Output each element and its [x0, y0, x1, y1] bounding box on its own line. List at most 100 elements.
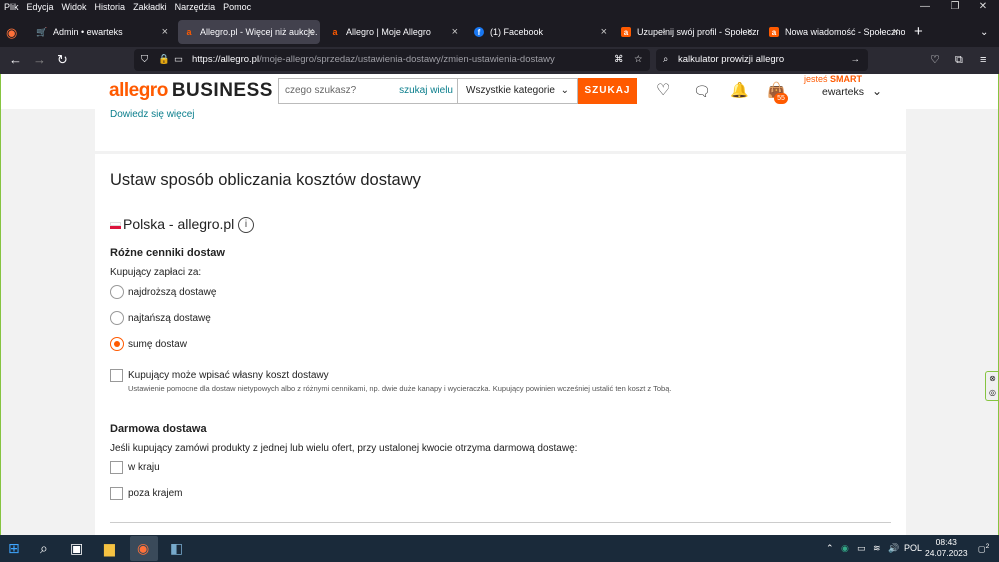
menu-narzedzia[interactable]: Narzędzia — [175, 2, 216, 12]
radio-cheapest[interactable] — [110, 311, 124, 325]
url-host: https://allegro.pl — [192, 54, 260, 65]
free-domestic-checkbox[interactable] — [110, 461, 123, 474]
app-menu-icon[interactable]: ≡ — [980, 53, 986, 67]
pocket-icon[interactable]: ♡ — [930, 53, 940, 67]
radio-sum[interactable] — [110, 337, 124, 351]
language-indicator[interactable]: POL — [904, 543, 922, 553]
notification-icon[interactable]: ▢2 — [978, 543, 989, 554]
chevron-up-icon[interactable]: ⌃ — [826, 543, 834, 554]
new-tab-icon[interactable]: + — [914, 24, 923, 39]
own-cost-checkbox[interactable] — [110, 369, 123, 382]
close-window-icon[interactable]: ✕ — [968, 0, 998, 14]
facebook-favicon-icon: f — [474, 27, 484, 37]
menu-historia[interactable]: Historia — [95, 2, 126, 12]
info-icon[interactable]: i — [238, 217, 254, 233]
forward-icon[interactable]: → — [33, 53, 46, 67]
tray-monitor-icon[interactable]: ▭ — [857, 543, 866, 554]
tray-app-icon[interactable]: ◉ — [841, 543, 849, 554]
free-delivery-heading: Darmowa dostawa — [110, 423, 207, 435]
bell-icon[interactable]: 🔔 — [730, 82, 749, 100]
page-title: Ustaw sposób obliczania kosztów dostawy — [110, 171, 421, 189]
search-many-link[interactable]: szukaj wielu — [399, 79, 453, 103]
search-go-icon[interactable]: → — [851, 49, 861, 71]
volume-icon[interactable]: 🔊 — [888, 543, 899, 554]
menu-zakladki[interactable]: Zakładki — [133, 2, 167, 12]
delivery-cost-panel: Ustaw sposób obliczania kosztów dostawy … — [95, 154, 906, 535]
chevron-down-icon[interactable]: ⌄ — [872, 84, 882, 98]
minimize-icon[interactable]: — — [910, 0, 940, 14]
tab-moje-allegro[interactable]: a Allegro | Moje Allegro × — [324, 20, 464, 44]
radio-sum-label[interactable]: sumę dostaw — [128, 339, 187, 350]
allegro-favicon-icon: a — [621, 27, 631, 37]
tab-close-icon[interactable]: × — [747, 26, 753, 38]
tab-close-icon[interactable]: × — [893, 26, 899, 38]
shield-icon[interactable]: ⛉ — [141, 49, 148, 71]
username[interactable]: ewarteks — [822, 86, 864, 98]
bookmark-star-icon[interactable]: ☆ — [634, 49, 643, 71]
smart-badge[interactable]: jesteś SMART — [804, 74, 862, 84]
tab-close-icon[interactable]: × — [308, 26, 314, 38]
search-icon[interactable]: ⌕ — [40, 540, 48, 556]
reload-icon[interactable]: ↻ — [57, 53, 68, 67]
messages-icon[interactable]: 🗨 — [693, 82, 711, 100]
free-domestic-label[interactable]: w kraju — [128, 462, 160, 473]
search-input[interactable]: czego szukasz? szukaj wielu — [278, 78, 458, 104]
menu-pomoc[interactable]: Pomoc — [223, 2, 251, 12]
tab-allegro-active[interactable]: a Allegro.pl - Więcej niż aukcje. N × — [178, 20, 320, 44]
own-cost-help: Ustawienie pomocne dla dostaw nietypowyc… — [128, 384, 672, 393]
task-view-icon[interactable]: ▣ — [70, 540, 83, 556]
search-icon: ⌕ — [663, 54, 669, 65]
radio-most-expensive-label[interactable]: najdroższą dostawę — [128, 287, 216, 298]
divider — [110, 522, 891, 523]
cart-favicon-icon: 🛒 — [36, 26, 48, 37]
radio-most-expensive[interactable] — [110, 285, 124, 299]
wifi-icon[interactable]: ≋ — [873, 543, 881, 554]
buyer-pays-label: Kupujący zapłaci za: — [110, 267, 202, 278]
tab-admin[interactable]: 🛒 Admin • ewarteks × — [31, 20, 174, 44]
heart-icon[interactable]: ♡ — [656, 82, 670, 100]
permissions-icon[interactable]: ▭ — [174, 49, 183, 71]
info-panel: Dowiedz się więcej — [95, 109, 906, 151]
clock[interactable]: 08:43 24.07.2023 — [925, 537, 968, 559]
firefox-icon[interactable]: ◉ — [137, 540, 149, 556]
back-icon[interactable]: ← — [9, 53, 22, 67]
menu-bar: Plik Edycja Widok Historia Zakładki Narz… — [0, 0, 999, 14]
search-button[interactable]: SZUKAJ — [578, 78, 637, 104]
firefox-view-icon[interactable]: ◉ — [6, 26, 17, 40]
menu-widok[interactable]: Widok — [62, 2, 87, 12]
lock-icon[interactable]: 🔒 — [158, 49, 170, 71]
translate-icon[interactable]: ⌘ — [614, 49, 624, 71]
search-value: kalkulator prowizji allegro — [678, 54, 785, 65]
side-widget[interactable]: ⊗ ◎ — [985, 371, 998, 401]
taskbar: ⊞ ⌕ ▣ ▆ ◉ ◧ ⌃ ◉ ▭ ≋ 🔊 POL 08:43 24.07.20… — [0, 535, 999, 562]
tab-new-message[interactable]: a Nowa wiadomość - Społecznośc × — [763, 20, 905, 44]
tab-close-icon[interactable]: × — [452, 26, 458, 38]
learn-more-link[interactable]: Dowiedz się więcej — [110, 109, 194, 120]
refresh-circle-icon[interactable]: ◎ — [986, 386, 998, 400]
close-circle-icon[interactable]: ⊗ — [986, 372, 998, 386]
tab-facebook[interactable]: f (1) Facebook × — [468, 20, 613, 44]
page-viewport: allegro BUSINESS czego szukasz? szukaj wi… — [0, 74, 999, 535]
allegro-business-logo[interactable]: allegro BUSINESS — [109, 80, 273, 102]
category-select[interactable]: Wszystkie kategorie ⌄ — [458, 78, 578, 104]
search-bar[interactable]: ⌕ kalkulator prowizji allegro → — [656, 49, 868, 71]
tab-close-icon[interactable]: × — [601, 26, 607, 38]
app-icon[interactable]: ◧ — [170, 540, 183, 556]
allegro-favicon-icon: a — [769, 27, 779, 37]
free-abroad-label[interactable]: poza krajem — [128, 488, 182, 499]
tab-close-icon[interactable]: × — [162, 26, 168, 38]
extensions-icon[interactable]: ⧉ — [955, 53, 963, 67]
windows-start-icon[interactable]: ⊞ — [8, 540, 20, 556]
tab-profile[interactable]: a Uzupełnij swój profil - Społeczn × — [615, 20, 759, 44]
list-tabs-icon[interactable]: ⌄ — [980, 26, 988, 40]
own-cost-label[interactable]: Kupujący może wpisać własny koszt dostaw… — [128, 370, 329, 381]
radio-cheapest-label[interactable]: najtańszą dostawę — [128, 313, 211, 324]
menu-plik[interactable]: Plik — [4, 2, 19, 12]
url-bar[interactable]: ⛉ 🔒 ▭ https://allegro.pl/moje-allegro/sp… — [134, 49, 650, 71]
menu-edycja[interactable]: Edycja — [27, 2, 54, 12]
restore-icon[interactable]: ❐ — [940, 0, 970, 14]
allegro-favicon-icon: a — [186, 27, 192, 37]
file-explorer-icon[interactable]: ▆ — [104, 540, 115, 556]
allegro-favicon-icon: a — [332, 27, 338, 37]
free-abroad-checkbox[interactable] — [110, 487, 123, 500]
